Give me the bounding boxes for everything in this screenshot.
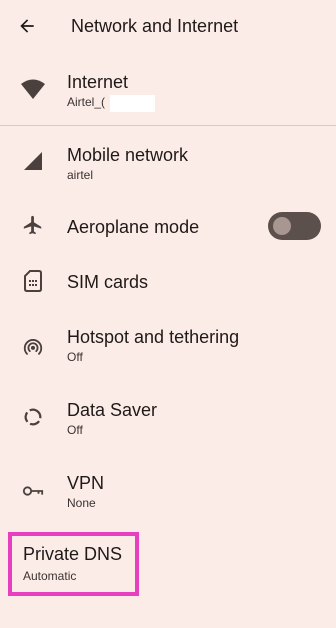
highlight-box: [8, 532, 139, 596]
item-subtext: None: [67, 496, 96, 510]
list-item-internet[interactable]: Internet Airtel_(: [0, 60, 336, 122]
aeroplane-mode-toggle[interactable]: [268, 212, 321, 240]
list-item-vpn[interactable]: VPN None: [0, 463, 336, 525]
item-label: Aeroplane mode: [67, 217, 200, 237]
item-label: Internet: [67, 72, 129, 92]
item-subtext: Off: [67, 350, 83, 364]
item-label: VPN: [67, 473, 105, 493]
item-label: Hotspot and tethering: [67, 327, 240, 347]
vpn-key-icon: [20, 478, 46, 504]
item-label: SIM cards: [67, 272, 149, 292]
data-saver-icon: [20, 404, 46, 430]
item-subtext: Airtel_(: [67, 95, 106, 109]
item-label: Mobile network: [67, 145, 189, 165]
list-item-mobile-network[interactable]: Mobile network airtel: [0, 133, 336, 195]
hotspot-icon: [20, 334, 46, 360]
app-bar: Network and Internet: [0, 0, 336, 54]
arrow-back-icon: [20, 19, 34, 33]
signal-icon: [20, 148, 46, 174]
wifi-icon: [20, 76, 46, 102]
item-subtext: airtel: [67, 168, 94, 182]
item-subtext: Off: [67, 423, 83, 437]
sim-card-icon: [20, 268, 46, 294]
page-title: Network and Internet: [71, 16, 239, 36]
item-label: Data Saver: [67, 400, 158, 420]
divider: [0, 125, 336, 126]
redacted-ssid: [110, 95, 155, 112]
toggle-knob: [273, 217, 291, 235]
back-button[interactable]: [12, 11, 42, 41]
list-item-sim-cards[interactable]: SIM cards: [0, 258, 336, 304]
list-item-hotspot[interactable]: Hotspot and tethering Off: [0, 316, 336, 378]
airplane-icon: [20, 212, 46, 238]
list-item-data-saver[interactable]: Data Saver Off: [0, 390, 336, 452]
